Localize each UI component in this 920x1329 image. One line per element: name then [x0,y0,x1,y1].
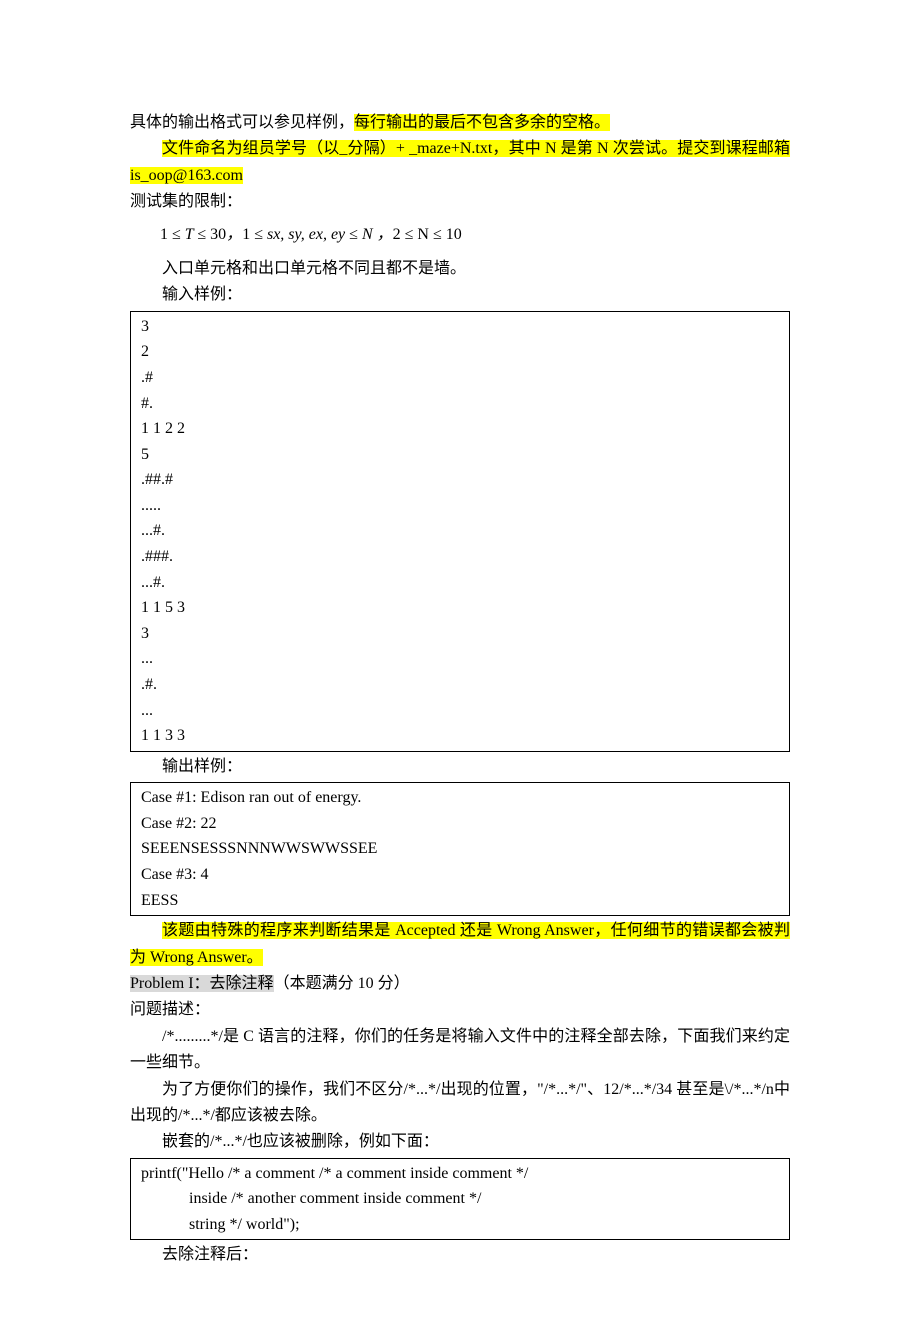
highlight-no-trailing-space: 每行输出的最后不包含多余的空格。 [354,114,610,131]
problem-heading: Problem I：去除注释（本题满分 10 分） [130,971,790,997]
output-sample-text: Case #1: Edison ran out of energy. Case … [141,785,779,913]
para-testset-limit: 测试集的限制： [130,189,790,215]
math-constraints: 1 ≤ T ≤ 30，1 ≤ sx, sy, ex, ey ≤ N ，2 ≤ N… [130,216,790,256]
para-file-naming: 文件命名为组员学号（以_分隔）+ _maze+N.txt，其中 N 是第 N 次… [130,136,790,189]
problem-i-score: （本题满分 10 分） [274,975,410,992]
text: 具体的输出格式可以参见样例， [130,114,354,131]
input-sample-box: 3 2 .# #. 1 1 2 2 5 .##.# ..... ...#. .#… [130,311,790,752]
label-input-sample: 输入样例： [130,282,790,308]
para-comment-intro: /*.........*/是 C 语言的注释，你们的任务是将输入文件中的注释全部… [130,1024,790,1077]
para-comment-positions: 为了方便你们的操作，我们不区分/*...*/出现的位置，"/*...*/"、12… [130,1077,790,1130]
nested-sample-text: printf("Hello /* a comment /* a comment … [141,1161,779,1238]
highlight-judge-note: 该题由特殊的程序来判断结果是 Accepted 还是 Wrong Answer，… [130,922,790,965]
input-sample-text: 3 2 .# #. 1 1 2 2 5 .##.# ..... ...#. .#… [141,314,779,749]
para-after-remove: 去除注释后： [130,1242,790,1268]
document-page: 具体的输出格式可以参见样例，每行输出的最后不包含多余的空格。 文件命名为组员学号… [0,0,920,1329]
para-nested-intro: 嵌套的/*...*/也应该被删除，例如下面： [130,1129,790,1155]
output-sample-box: Case #1: Edison ran out of energy. Case … [130,782,790,916]
highlight-file-naming: 文件命名为组员学号（以_分隔）+ _maze+N.txt，其中 N 是第 N 次… [130,140,790,183]
problem-i-title: Problem I：去除注释 [130,975,274,992]
label-problem-desc: 问题描述： [130,997,790,1023]
label-output-sample: 输出样例： [130,754,790,780]
para-output-format: 具体的输出格式可以参见样例，每行输出的最后不包含多余的空格。 [130,110,790,136]
para-entry-exit-note: 入口单元格和出口单元格不同且都不是墙。 [130,256,790,282]
para-judge-note: 该题由特殊的程序来判断结果是 Accepted 还是 Wrong Answer，… [130,918,790,971]
nested-sample-box: printf("Hello /* a comment /* a comment … [130,1158,790,1241]
